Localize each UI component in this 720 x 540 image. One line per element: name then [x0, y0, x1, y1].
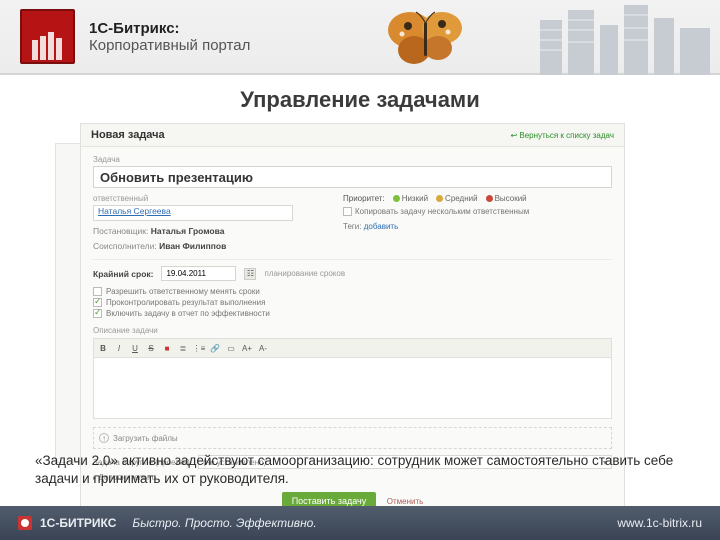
image-icon[interactable]: ▭ [225, 342, 237, 354]
opt-include-report[interactable]: Включить задачу в отчет по эффективности [93, 309, 612, 318]
coexec-value: Иван Филиппов [159, 241, 226, 251]
underline-icon[interactable]: U [129, 342, 141, 354]
duplicate-label: Копировать задачу нескольким ответственн… [355, 207, 529, 216]
page-header: 1С-Битрикс: Корпоративный портал [0, 0, 720, 75]
checkbox-icon[interactable] [93, 298, 102, 307]
list-ol-icon[interactable]: ⋮≡ [193, 342, 205, 354]
skyline-icon [530, 0, 720, 80]
deadline-input[interactable] [161, 266, 236, 281]
list-ul-icon[interactable]: ≣ [177, 342, 189, 354]
upload-icon: ↑ [99, 433, 109, 443]
slide-caption: «Задачи 2.0» активно задействуют самоорг… [35, 452, 685, 488]
priority-row: Приоритет: Низкий Средний Высокий [343, 194, 529, 203]
plan-dates-link[interactable]: планирование сроков [264, 269, 345, 278]
coexec-label: Соисполнители: [93, 241, 157, 251]
footer-logo-icon [18, 516, 32, 530]
butterfly-icon [380, 8, 470, 78]
duplicate-check-row[interactable]: Копировать задачу нескольким ответственн… [343, 207, 529, 216]
upload-row[interactable]: ↑ Загрузить файлы [93, 427, 612, 449]
task-title-input[interactable] [93, 166, 612, 188]
deadline-row: Крайний срок: ☷ планирование сроков [93, 259, 612, 281]
product-box-icon [20, 9, 75, 64]
responsible-input[interactable]: Наталья Сергеева [93, 205, 293, 221]
description-editor[interactable] [93, 357, 612, 419]
duplicate-checkbox[interactable] [343, 207, 352, 216]
checkbox-icon[interactable] [93, 309, 102, 318]
italic-icon[interactable]: I [113, 342, 125, 354]
tags-label: Теги: [343, 222, 362, 231]
checkbox-icon[interactable] [93, 287, 102, 296]
responsible-label: ответственный [93, 194, 313, 203]
task-name-label: Задача [93, 155, 612, 164]
font-dec-icon[interactable]: A- [257, 342, 269, 354]
footer-slogan: Быстро. Просто. Эффективно. [132, 516, 316, 530]
tags-add-link[interactable]: добавить [364, 222, 399, 231]
opt-allow-change[interactable]: Разрешить ответственному менять сроки [93, 287, 612, 296]
editor-toolbar: B I U S ■ ≣ ⋮≡ 🔗 ▭ A+ A- [93, 338, 612, 357]
priority-label: Приоритет: [343, 194, 385, 203]
calendar-icon[interactable]: ☷ [244, 268, 256, 280]
options-block: Разрешить ответственному менять сроки Пр… [93, 287, 612, 318]
page-footer: 1С-БИТРИКС Быстро. Просто. Эффективно. w… [0, 506, 720, 540]
priority-low[interactable]: Низкий [393, 194, 428, 203]
brand-line1: 1С-Битрикс: [89, 20, 250, 37]
footer-url: www.1c-bitrix.ru [617, 516, 702, 530]
creator-value: Наталья Громова [151, 226, 225, 236]
bold-icon[interactable]: B [97, 342, 109, 354]
footer-brand: 1С-БИТРИКС [40, 516, 116, 530]
slide-title: Управление задачами [0, 87, 720, 113]
coexec-row: Соисполнители: Иван Филиппов [93, 241, 313, 251]
font-inc-icon[interactable]: A+ [241, 342, 253, 354]
upload-label: Загрузить файлы [113, 434, 178, 443]
back-to-list-link[interactable]: Вернуться к списку задач [510, 131, 614, 140]
brand-text: 1С-Битрикс: Корпоративный портал [89, 20, 250, 54]
strike-icon[interactable]: S [145, 342, 157, 354]
priority-high[interactable]: Высокий [486, 194, 527, 203]
cancel-link[interactable]: Отменить [387, 497, 424, 506]
link-icon[interactable]: 🔗 [209, 342, 221, 354]
color-icon[interactable]: ■ [161, 342, 173, 354]
responsible-value[interactable]: Наталья Сергеева [98, 206, 171, 216]
creator-label: Постановщик: [93, 226, 148, 236]
panel-header: Новая задача Вернуться к списку задач [81, 124, 624, 147]
panel-title: Новая задача [91, 129, 165, 141]
priority-mid[interactable]: Средний [436, 194, 478, 203]
description-label: Описание задачи [93, 326, 612, 335]
opt-control-result[interactable]: Проконтролировать результат выполнения [93, 298, 612, 307]
deadline-label: Крайний срок: [93, 269, 153, 279]
creator-row: Постановщик: Наталья Громова [93, 226, 313, 236]
tags-row: Теги: добавить [343, 222, 529, 231]
brand-line2: Корпоративный портал [89, 37, 250, 54]
